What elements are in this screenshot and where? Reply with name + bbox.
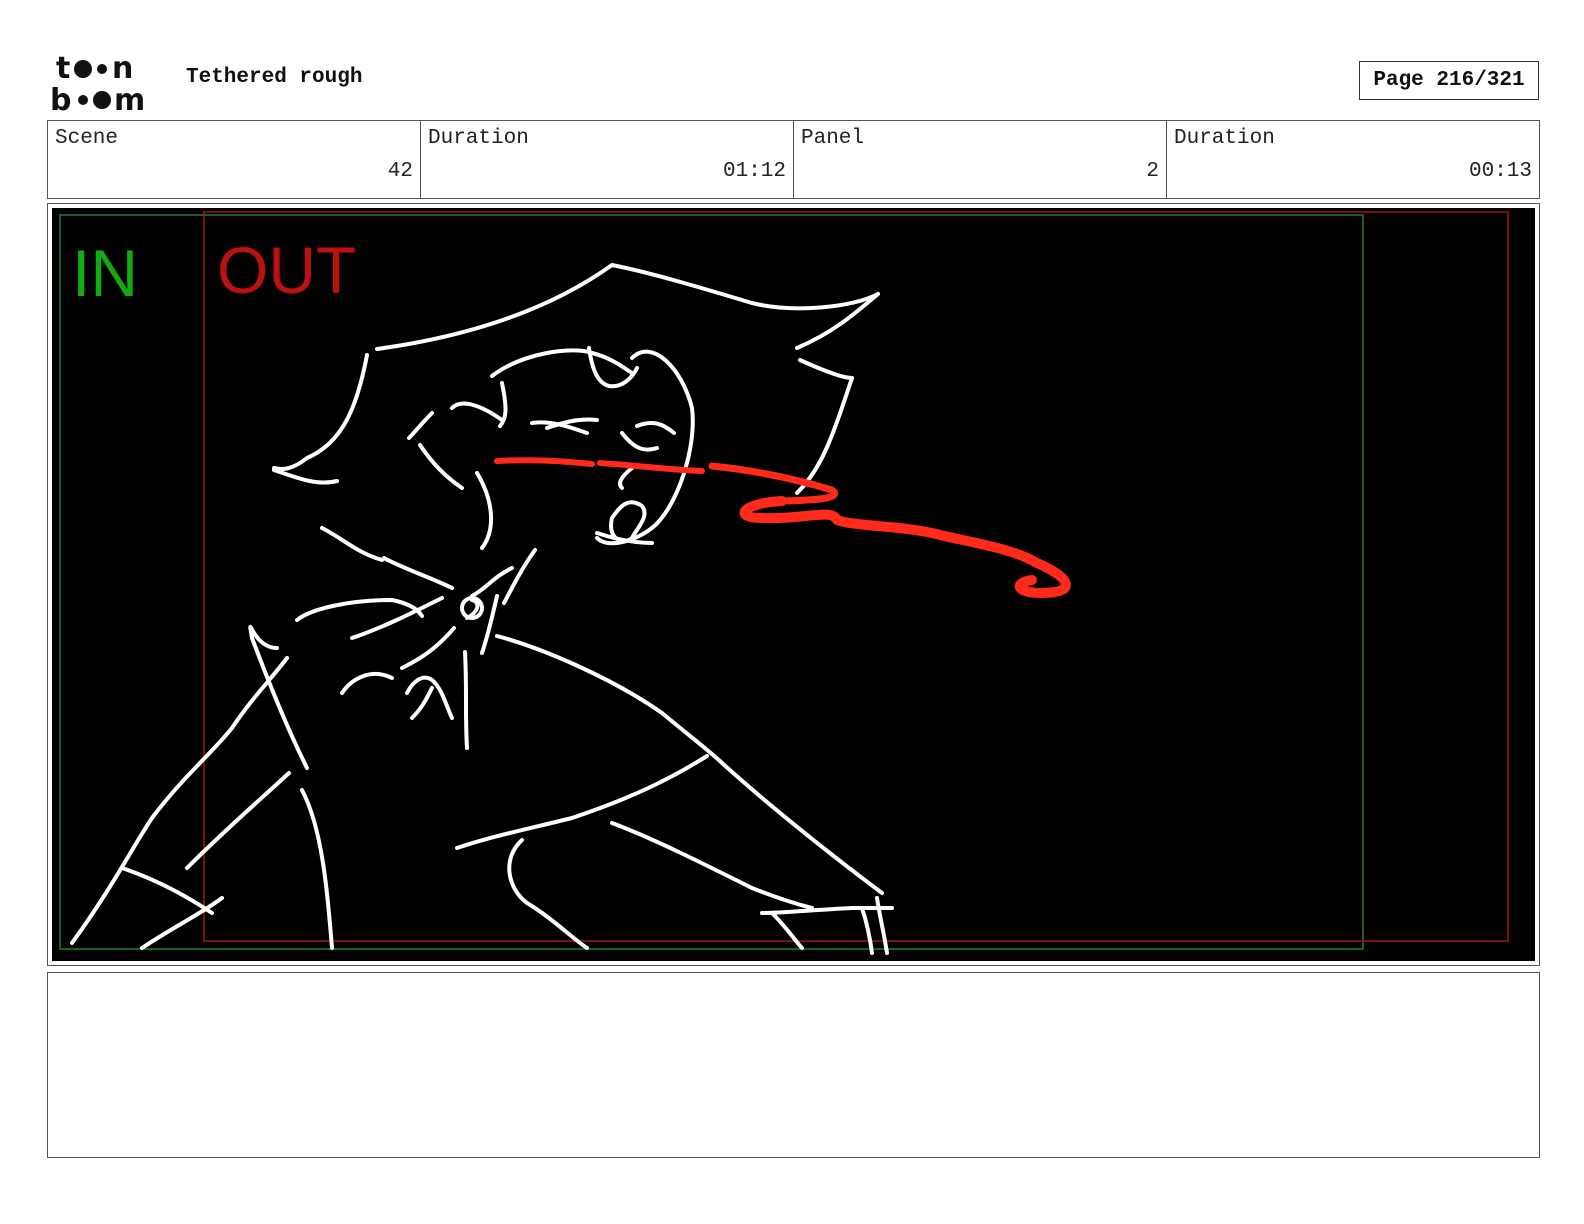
scene-duration-label: Duration <box>428 127 529 150</box>
page-number: Page 216/321 <box>1359 61 1539 100</box>
panel-cell: Panel 2 <box>794 121 1167 198</box>
document-title: Tethered rough <box>186 66 363 89</box>
panel-duration-value: 00:13 <box>1468 160 1532 183</box>
scene-duration-cell: Duration 01:12 <box>421 121 794 198</box>
svg-text:m: m <box>114 83 145 114</box>
scene-label: Scene <box>55 127 119 150</box>
scene-info-bar: Scene 42 Duration 01:12 Panel 2 Duration… <box>47 120 1540 199</box>
panel-duration-cell: Duration 00:13 <box>1167 121 1539 198</box>
scene-duration-value: 01:12 <box>722 160 786 183</box>
in-label: IN <box>72 236 138 310</box>
svg-text:n: n <box>112 51 133 86</box>
panel-value: 2 <box>1146 160 1159 183</box>
out-label: OUT <box>217 233 356 307</box>
svg-text:b: b <box>50 83 71 114</box>
panel-notes <box>47 972 1540 1158</box>
panel-duration-label: Duration <box>1174 127 1275 150</box>
panel-label: Panel <box>801 127 865 150</box>
scene-value: 42 <box>387 160 413 183</box>
toonboom-logo: t n b m <box>50 51 145 114</box>
svg-text:t: t <box>56 51 70 86</box>
scene-cell: Scene 42 <box>48 121 421 198</box>
storyboard-panel-image: IN OUT <box>52 208 1535 961</box>
